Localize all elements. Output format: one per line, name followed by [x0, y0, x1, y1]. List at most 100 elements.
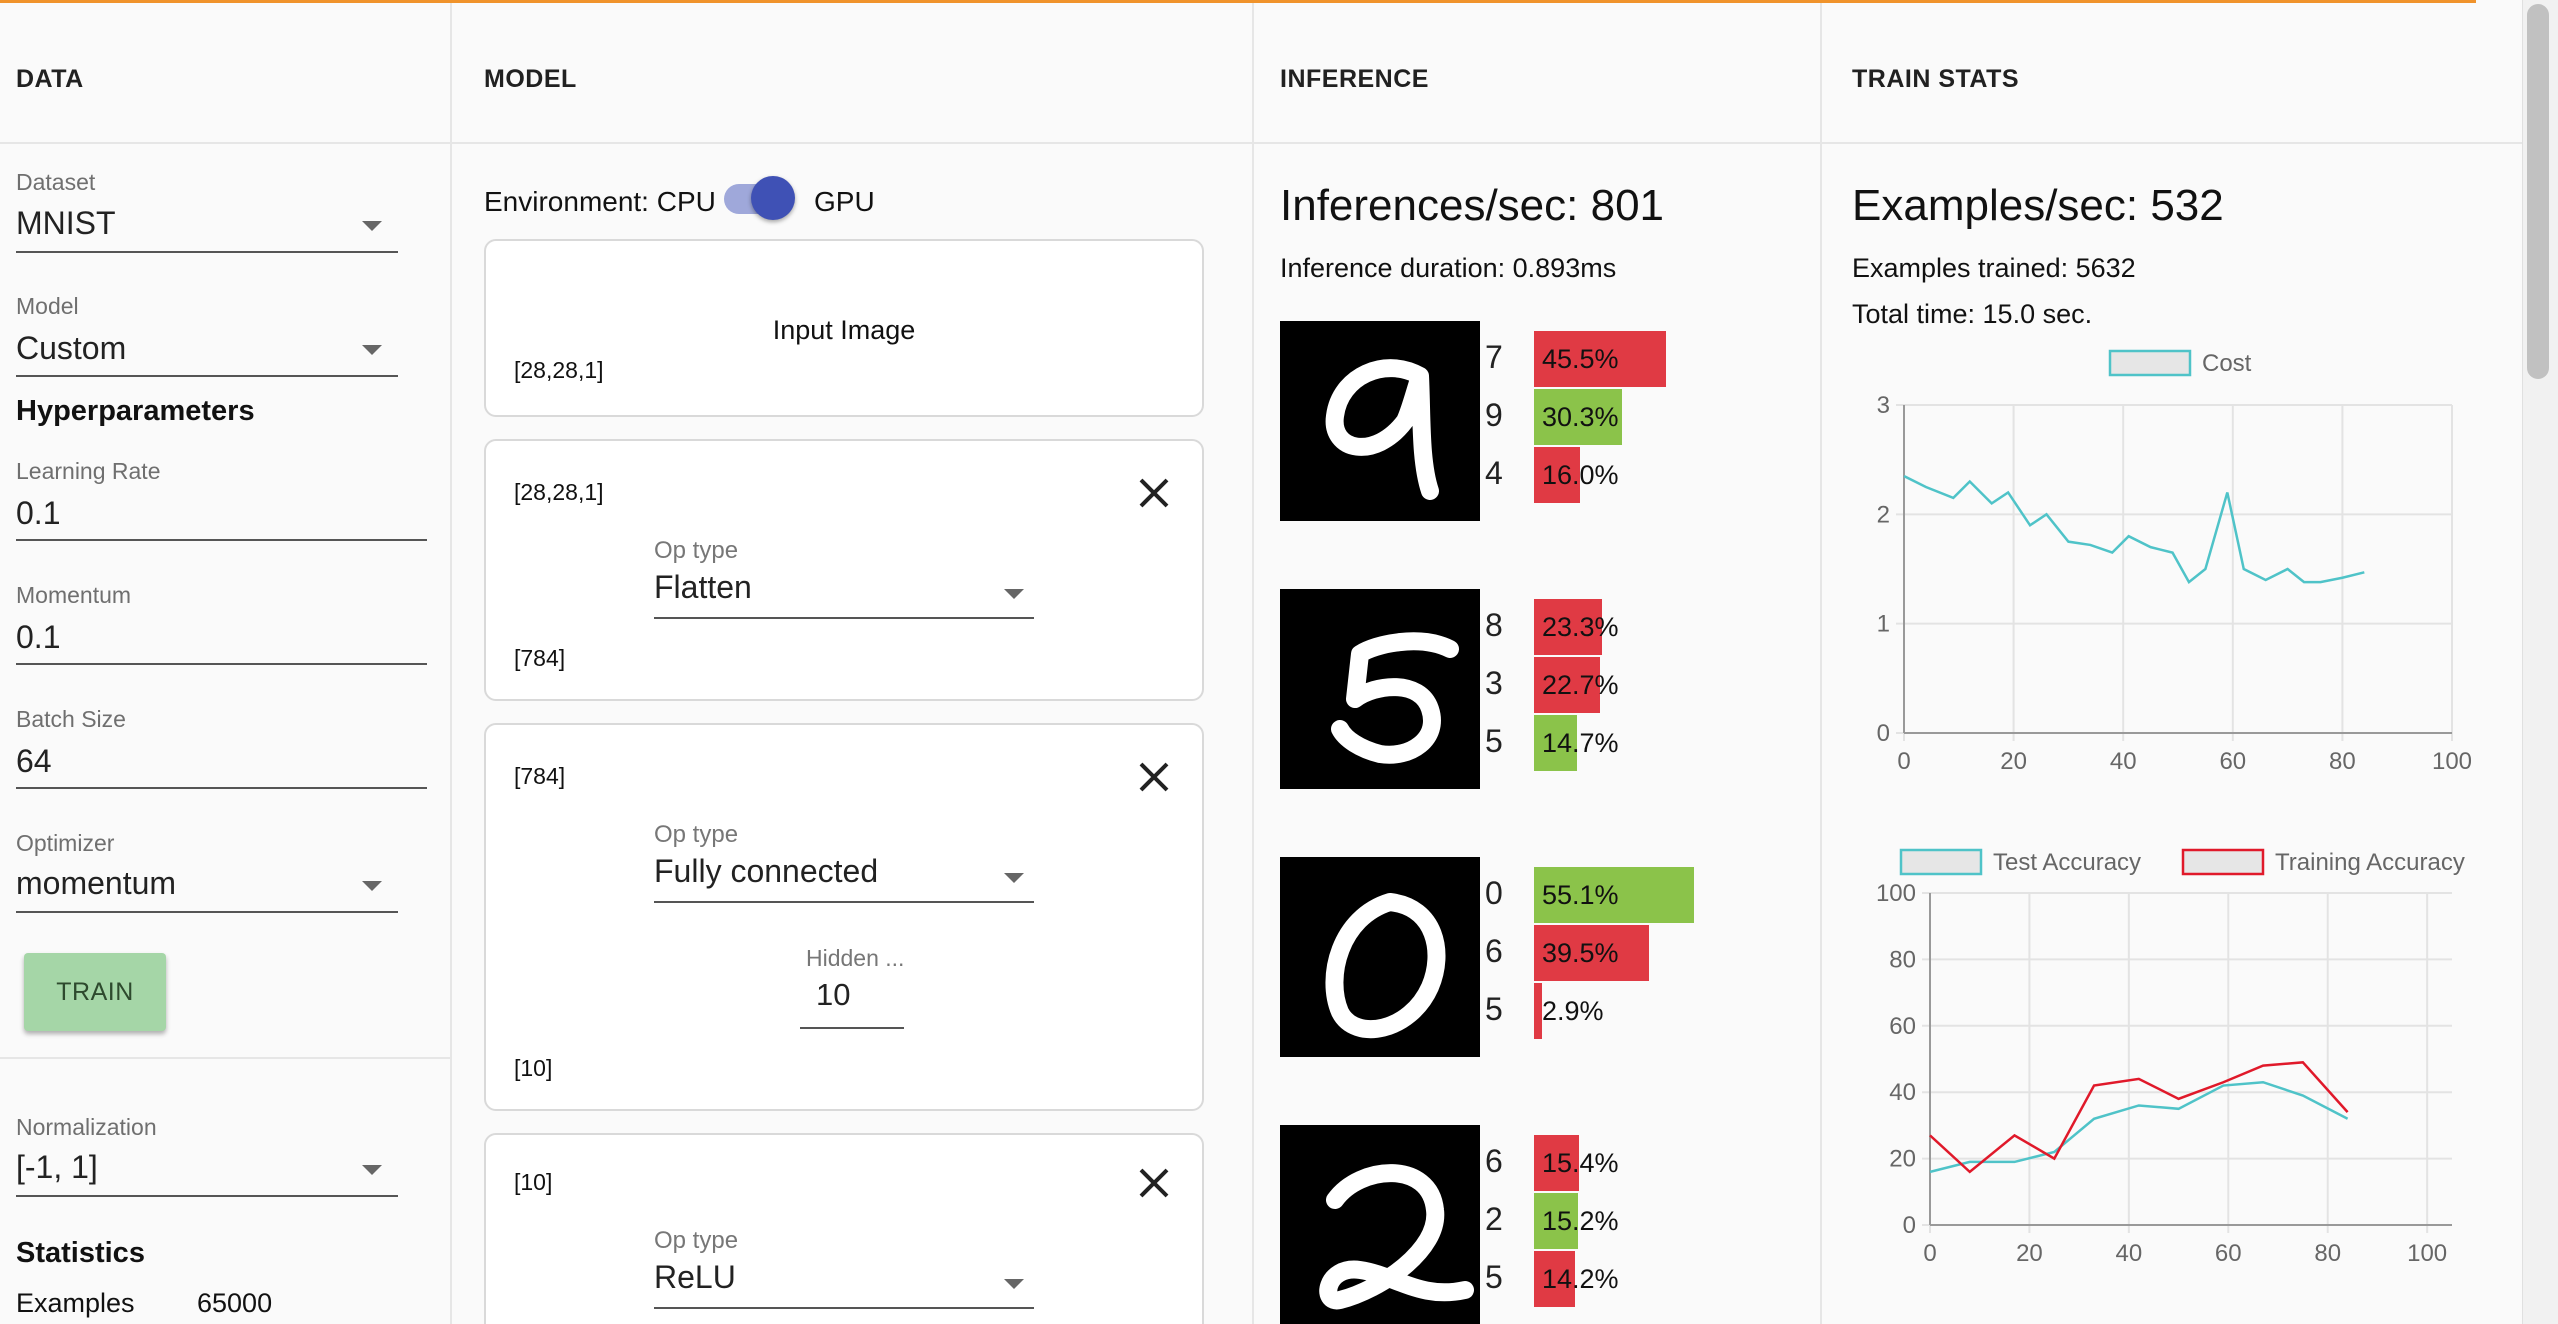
prediction-label: 5 — [1485, 1259, 1503, 1295]
prediction-label: 0 — [1485, 875, 1503, 911]
layer-card: [784] Op type Fully connected Hidden ...… — [484, 723, 1204, 1111]
scrollbar-thumb[interactable] — [2527, 4, 2549, 379]
data-column-title: DATA — [16, 65, 84, 93]
toggle-knob — [751, 176, 795, 220]
prediction-label: 2 — [1485, 1201, 1503, 1237]
layer-card: [28,28,1] Op type Flatten [784] — [484, 439, 1204, 701]
prediction-percent: 55.1% — [1542, 880, 1619, 910]
y-tick-label: 2 — [1877, 501, 1890, 528]
close-icon[interactable] — [1136, 1165, 1172, 1201]
total-time: Total time: 15.0 sec. — [1852, 299, 2093, 329]
cost-chart: 0 20 40 60 80 100 0 1 2 3 Cost — [1877, 349, 2472, 775]
chevron-down-icon — [1004, 589, 1024, 599]
prediction-percent: 16.0% — [1542, 460, 1619, 490]
layer-input-shape: [28,28,1] — [514, 479, 604, 505]
normalization-underline — [16, 1195, 398, 1197]
train-stats-column-title: TRAIN STATS — [1852, 65, 2020, 93]
y-tick-label: 0 — [1877, 720, 1890, 747]
x-tick-label: 40 — [2116, 1240, 2143, 1267]
model-column: MODEL Environment: CPU GPU Input Image [… — [452, 3, 1254, 1324]
y-tick-label: 60 — [1889, 1013, 1916, 1040]
x-tick-label: 80 — [2314, 1240, 2341, 1267]
normalization-select[interactable]: [-1, 1] — [16, 1145, 398, 1203]
prediction-label: 9 — [1485, 397, 1503, 433]
prediction-percent: 23.3% — [1542, 612, 1619, 642]
prediction-percent: 14.2% — [1542, 1264, 1619, 1294]
y-tick-label: 1 — [1877, 611, 1890, 638]
optype-underline — [654, 617, 1034, 619]
hyperparameters-heading: Hyperparameters — [16, 395, 255, 427]
series-line — [1929, 1061, 2349, 1174]
digit-image — [1280, 321, 1480, 521]
x-tick-label: 60 — [2215, 1240, 2242, 1267]
optimizer-value: momentum — [16, 865, 177, 901]
prediction-label: 4 — [1485, 455, 1503, 491]
prediction-label: 5 — [1485, 991, 1503, 1027]
optimizer-select[interactable]: momentum — [16, 861, 398, 919]
legend-swatch — [2181, 848, 2265, 876]
y-tick-label: 20 — [1889, 1146, 1916, 1173]
inference-column: INFERENCE Inferences/sec: 801 Inference … — [1254, 3, 1822, 1324]
prediction-label: 5 — [1485, 723, 1503, 759]
prediction-percent: 22.7% — [1542, 670, 1619, 700]
optype-value: Flatten — [654, 569, 752, 605]
x-tick-label: 60 — [2219, 748, 2246, 775]
optype-value: ReLU — [654, 1259, 736, 1295]
prediction-percent: 30.3% — [1542, 402, 1619, 432]
examples-value: 65000 — [197, 1288, 273, 1318]
prediction-label: 6 — [1485, 1143, 1503, 1179]
train-stats-column: TRAIN STATS Examples/sec: 532 Examples t… — [1822, 3, 2522, 1324]
legend-swatch — [2108, 349, 2192, 377]
model-value: Custom — [16, 330, 127, 366]
digit-image — [1280, 589, 1480, 789]
batch-size-value: 64 — [16, 743, 52, 779]
train-button[interactable]: TRAIN — [24, 953, 166, 1031]
layer-card: [10] Op type ReLU — [484, 1133, 1204, 1324]
model-underline — [16, 375, 398, 377]
optimizer-underline — [16, 911, 398, 913]
model-select[interactable]: Custom — [16, 323, 398, 381]
momentum-value: 0.1 — [16, 619, 61, 655]
close-icon[interactable] — [1136, 475, 1172, 511]
x-tick-label: 20 — [2000, 748, 2027, 775]
examples-per-sec: Examples/sec: 532 — [1852, 181, 2224, 230]
momentum-underline — [16, 663, 427, 665]
chevron-down-icon — [362, 345, 382, 355]
digit-image — [1280, 857, 1480, 1057]
legend-label: Test Accuracy — [1993, 849, 2141, 876]
input-image-card: Input Image [28,28,1] — [484, 239, 1204, 417]
learning-rate-value: 0.1 — [16, 495, 61, 531]
learning-rate-underline — [16, 539, 427, 541]
close-icon[interactable] — [1136, 759, 1172, 795]
x-tick-label: 20 — [2016, 1240, 2043, 1267]
x-tick-label: 0 — [1923, 1240, 1936, 1267]
batch-size-input[interactable]: 64 — [16, 737, 427, 791]
optype-underline — [654, 901, 1034, 903]
prediction-label: 6 — [1485, 933, 1503, 969]
batch-size-underline — [16, 787, 427, 789]
legend-label: Cost — [2202, 350, 2252, 377]
hidden-units-underline — [800, 1027, 904, 1029]
momentum-input[interactable]: 0.1 — [16, 613, 427, 667]
learning-rate-input[interactable]: 0.1 — [16, 489, 427, 543]
x-tick-label: 40 — [2110, 748, 2137, 775]
chevron-down-icon — [362, 1165, 382, 1175]
series-line — [1903, 474, 2365, 585]
layer-output-shape: [784] — [514, 645, 566, 671]
x-tick-label: 0 — [1897, 748, 1910, 775]
model-column-title: MODEL — [484, 65, 577, 93]
layer-output-shape: [10] — [514, 1055, 553, 1081]
x-tick-label: 100 — [2432, 748, 2472, 775]
train-stats-column-header: TRAIN STATS — [1822, 3, 2522, 144]
data-column: DATA Dataset MNIST Model Custom Hyperpar… — [0, 3, 452, 1324]
accuracy-chart: 0 20 40 60 80 100 0 20 40 60 80 100 Test Accuracy Tra… — [1876, 848, 2465, 1267]
chevron-down-icon — [1004, 1279, 1024, 1289]
optype-label: Op type — [654, 1227, 739, 1254]
inferences-per-sec: Inferences/sec: 801 — [1280, 181, 1665, 230]
momentum-label: Momentum — [16, 582, 132, 608]
dataset-label: Dataset — [16, 169, 96, 195]
prediction-percent: 15.2% — [1542, 1206, 1619, 1236]
dataset-select[interactable]: MNIST — [16, 199, 398, 257]
optype-label: Op type — [654, 821, 739, 848]
optype-underline — [654, 1307, 1034, 1309]
